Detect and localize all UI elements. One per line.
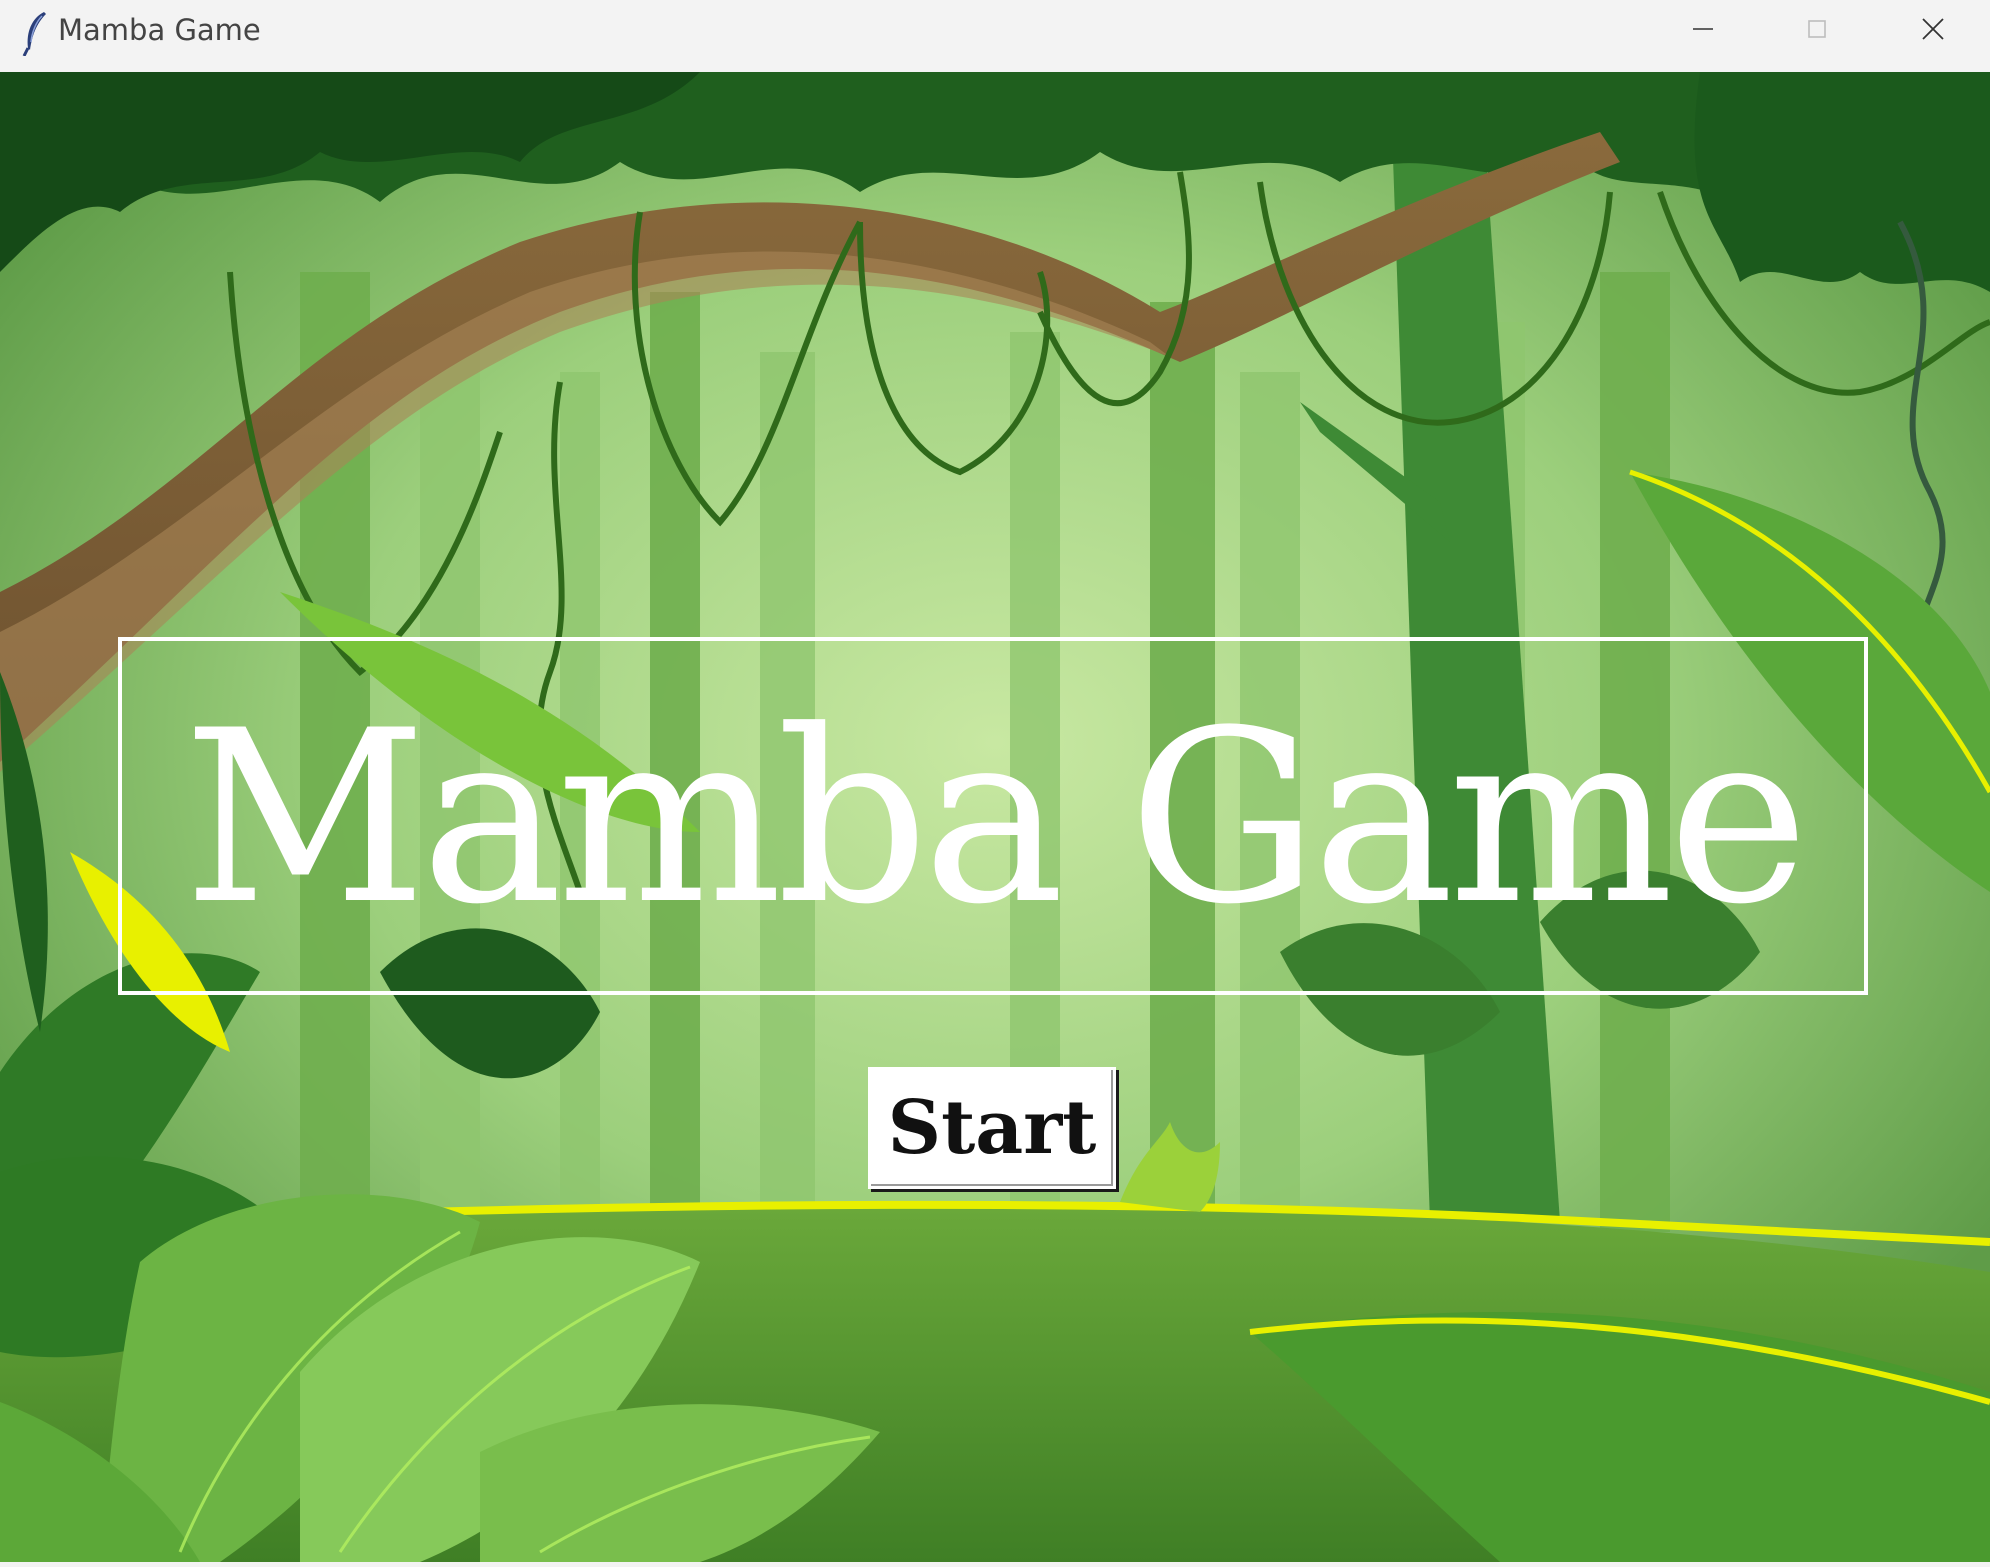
window-bottom-edge — [0, 1562, 1990, 1567]
feather-icon — [22, 12, 46, 56]
minimize-button[interactable] — [1648, 0, 1758, 58]
title-bar[interactable]: Mamba Game — [0, 0, 1990, 73]
game-title: Mamba Game — [183, 680, 1809, 957]
window-title: Mamba Game — [58, 13, 261, 47]
app-window: Mamba Game Mamba Game Start — [0, 0, 1990, 1567]
minimize-icon — [1693, 28, 1713, 30]
start-button[interactable]: Start — [868, 1067, 1116, 1189]
close-button[interactable] — [1878, 0, 1988, 58]
maximize-button[interactable] — [1762, 0, 1872, 58]
close-icon — [1922, 18, 1944, 40]
title-frame: Mamba Game — [118, 637, 1868, 995]
maximize-icon — [1808, 20, 1826, 38]
game-canvas[interactable]: Mamba Game Start — [0, 72, 1990, 1562]
